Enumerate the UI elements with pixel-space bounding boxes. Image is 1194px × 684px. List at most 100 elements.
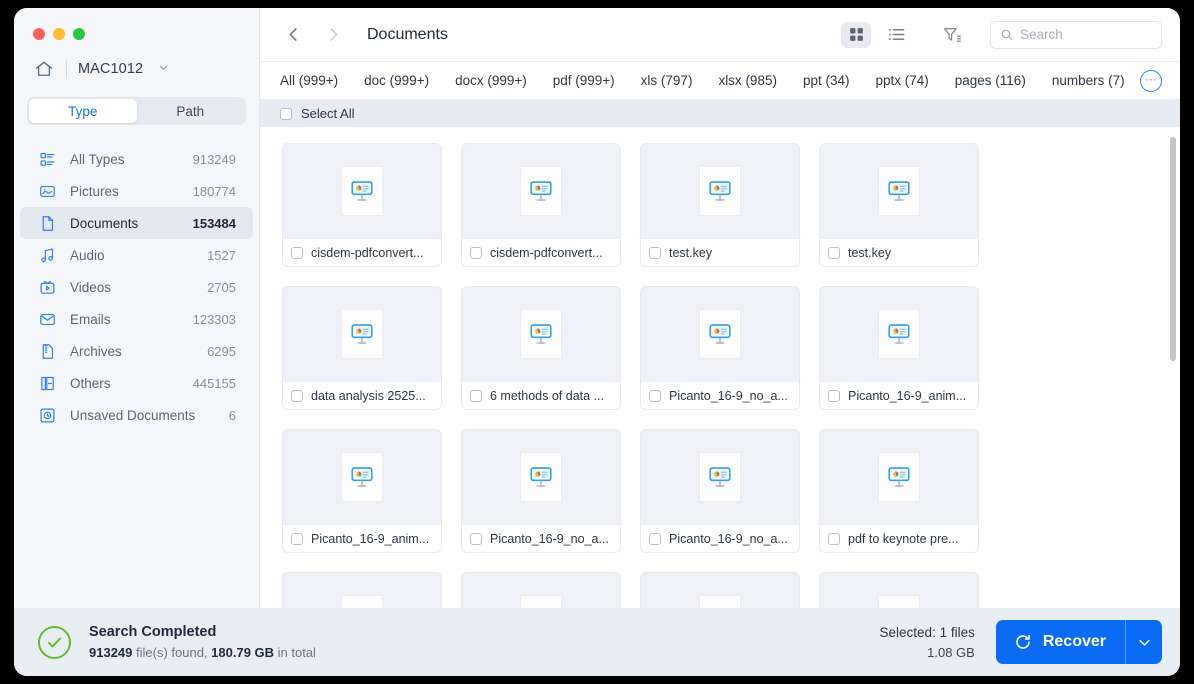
sidebar-item-archives[interactable]: Archives 6295	[20, 335, 253, 367]
file-thumbnail	[820, 287, 978, 381]
file-tile[interactable]: 6 methods of data ...	[461, 286, 621, 410]
maximize-window-button[interactable]	[73, 28, 85, 40]
file-tile[interactable]: Picanto_16-9_anim...	[282, 572, 442, 608]
sidebar-item-audio[interactable]: Audio 1527	[20, 239, 253, 271]
sidebar-item-pictures[interactable]: Pictures 180774	[20, 175, 253, 207]
file-checkbox[interactable]	[828, 533, 840, 545]
file-tile[interactable]	[819, 572, 979, 608]
keynote-file-icon	[879, 310, 919, 358]
file-tile-label[interactable]: 6 methods of data ...	[462, 381, 620, 409]
file-name: Picanto_16-9_no_a...	[669, 532, 788, 546]
tab-numbers[interactable]: numbers (7)	[1039, 73, 1138, 88]
file-tile-label[interactable]: Picanto_16-9_anim...	[283, 524, 441, 552]
sidebar-item-unsaved-documents[interactable]: Unsaved Documents 6	[20, 399, 253, 431]
file-tile[interactable]: cisdem-pdfconvert...	[282, 143, 442, 267]
file-tile-label[interactable]: cisdem-pdfconvert...	[283, 238, 441, 266]
sidebar-item-others[interactable]: Others 445155	[20, 367, 253, 399]
device-selector[interactable]: MAC1012	[14, 45, 259, 83]
file-name: Picanto_16-9_anim...	[848, 389, 966, 403]
select-all-row[interactable]: Select All	[260, 100, 1180, 127]
more-options-icon[interactable]: ···	[1140, 70, 1162, 92]
segment-path[interactable]: Path	[137, 99, 245, 123]
recover-main[interactable]: Recover	[996, 620, 1125, 664]
sidebar-count: 445155	[193, 376, 236, 391]
close-window-button[interactable]	[33, 28, 45, 40]
grid-view-icon[interactable]	[841, 22, 871, 48]
file-tile-label[interactable]: cisdem-pdfconvert...	[462, 238, 620, 266]
file-tile[interactable]: Picanto_16-9_no_a...	[640, 429, 800, 553]
chevron-down-icon[interactable]	[158, 62, 169, 76]
file-tile[interactable]: data analysis 2525...	[282, 286, 442, 410]
file-tile-label[interactable]: Picanto_16-9_no_a...	[641, 524, 799, 552]
file-tile-label[interactable]: data analysis 2525...	[283, 381, 441, 409]
back-button[interactable]	[280, 22, 306, 48]
sidebar-item-videos[interactable]: Videos 2705	[20, 271, 253, 303]
file-checkbox[interactable]	[649, 247, 661, 259]
file-tile[interactable]: pdf to keynote pre...	[819, 429, 979, 553]
vertical-scrollbar[interactable]	[1170, 137, 1176, 361]
status-summary: 913249 file(s) found, 180.79 GB in total	[89, 645, 316, 660]
tab-xls[interactable]: xls (797)	[628, 73, 706, 88]
file-name: data analysis 2525...	[311, 389, 426, 403]
segment-type[interactable]: Type	[29, 99, 137, 123]
file-checkbox[interactable]	[470, 533, 482, 545]
sidebar-count: 6	[229, 408, 236, 423]
file-checkbox[interactable]	[291, 533, 303, 545]
file-checkbox[interactable]	[470, 390, 482, 402]
file-tile-label[interactable]: pdf to keynote pre...	[820, 524, 978, 552]
file-thumbnail	[641, 573, 799, 608]
videos-icon	[38, 278, 57, 297]
file-checkbox[interactable]	[649, 390, 661, 402]
tab-docx[interactable]: docx (999+)	[442, 73, 540, 88]
sidebar-count: 1527	[207, 248, 236, 263]
traffic-lights	[14, 8, 259, 45]
documents-icon	[38, 214, 57, 233]
forward-button[interactable]	[320, 22, 346, 48]
sidebar-item-all-types[interactable]: All Types 913249	[20, 143, 253, 175]
file-grid-container: cisdem-pdfconvert... cisdem-pdfconvert..…	[260, 127, 1180, 608]
chevron-down-icon[interactable]	[1126, 620, 1162, 664]
sidebar-mode-switch[interactable]: Type Path	[27, 97, 246, 125]
file-tile[interactable]: test.key	[819, 143, 979, 267]
select-all-checkbox[interactable]	[280, 108, 292, 120]
file-checkbox[interactable]	[291, 390, 303, 402]
file-tile-label[interactable]: Picanto_16-9_anim...	[820, 381, 978, 409]
emails-icon	[38, 310, 57, 329]
search-input[interactable]: Search	[990, 21, 1162, 49]
file-tile[interactable]: Picanto_16-9_no_a...	[461, 572, 621, 608]
filter-tabs: All (999+) doc (999+) docx (999+) pdf (9…	[260, 62, 1180, 100]
file-tile[interactable]: cisdem-pdfconvert...	[461, 143, 621, 267]
file-tile[interactable]: Picanto_16-9_no_a...	[461, 429, 621, 553]
tab-pdf[interactable]: pdf (999+)	[540, 73, 628, 88]
tab-all[interactable]: All (999+)	[280, 73, 351, 88]
file-tile[interactable]: Picanto_16-9_anim...	[640, 572, 800, 608]
file-tile[interactable]: test.key	[640, 143, 800, 267]
tab-xlsx[interactable]: xlsx (985)	[705, 73, 790, 88]
list-view-icon[interactable]	[881, 22, 911, 48]
file-checkbox[interactable]	[291, 247, 303, 259]
tab-pages[interactable]: pages (116)	[942, 73, 1039, 88]
tab-ppt[interactable]: ppt (34)	[790, 73, 863, 88]
file-tile[interactable]: Picanto_16-9_anim...	[282, 429, 442, 553]
tab-doc[interactable]: doc (999+)	[351, 73, 442, 88]
file-thumbnail	[462, 573, 620, 608]
sidebar-count: 913249	[193, 152, 236, 167]
home-icon[interactable]	[33, 58, 55, 80]
filter-icon[interactable]	[937, 22, 967, 48]
file-checkbox[interactable]	[828, 247, 840, 259]
file-tile[interactable]: Picanto_16-9_anim...	[819, 286, 979, 410]
recover-button[interactable]: Recover	[996, 620, 1162, 664]
keynote-file-icon	[700, 310, 740, 358]
file-checkbox[interactable]	[828, 390, 840, 402]
sidebar-item-emails[interactable]: Emails 123303	[20, 303, 253, 335]
file-tile-label[interactable]: Picanto_16-9_no_a...	[641, 381, 799, 409]
file-tile-label[interactable]: test.key	[820, 238, 978, 266]
sidebar-item-documents[interactable]: Documents 153484	[20, 207, 253, 239]
file-tile-label[interactable]: test.key	[641, 238, 799, 266]
tab-pptx[interactable]: pptx (74)	[862, 73, 941, 88]
file-checkbox[interactable]	[470, 247, 482, 259]
minimize-window-button[interactable]	[53, 28, 65, 40]
file-tile-label[interactable]: Picanto_16-9_no_a...	[462, 524, 620, 552]
file-tile[interactable]: Picanto_16-9_no_a...	[640, 286, 800, 410]
file-checkbox[interactable]	[649, 533, 661, 545]
